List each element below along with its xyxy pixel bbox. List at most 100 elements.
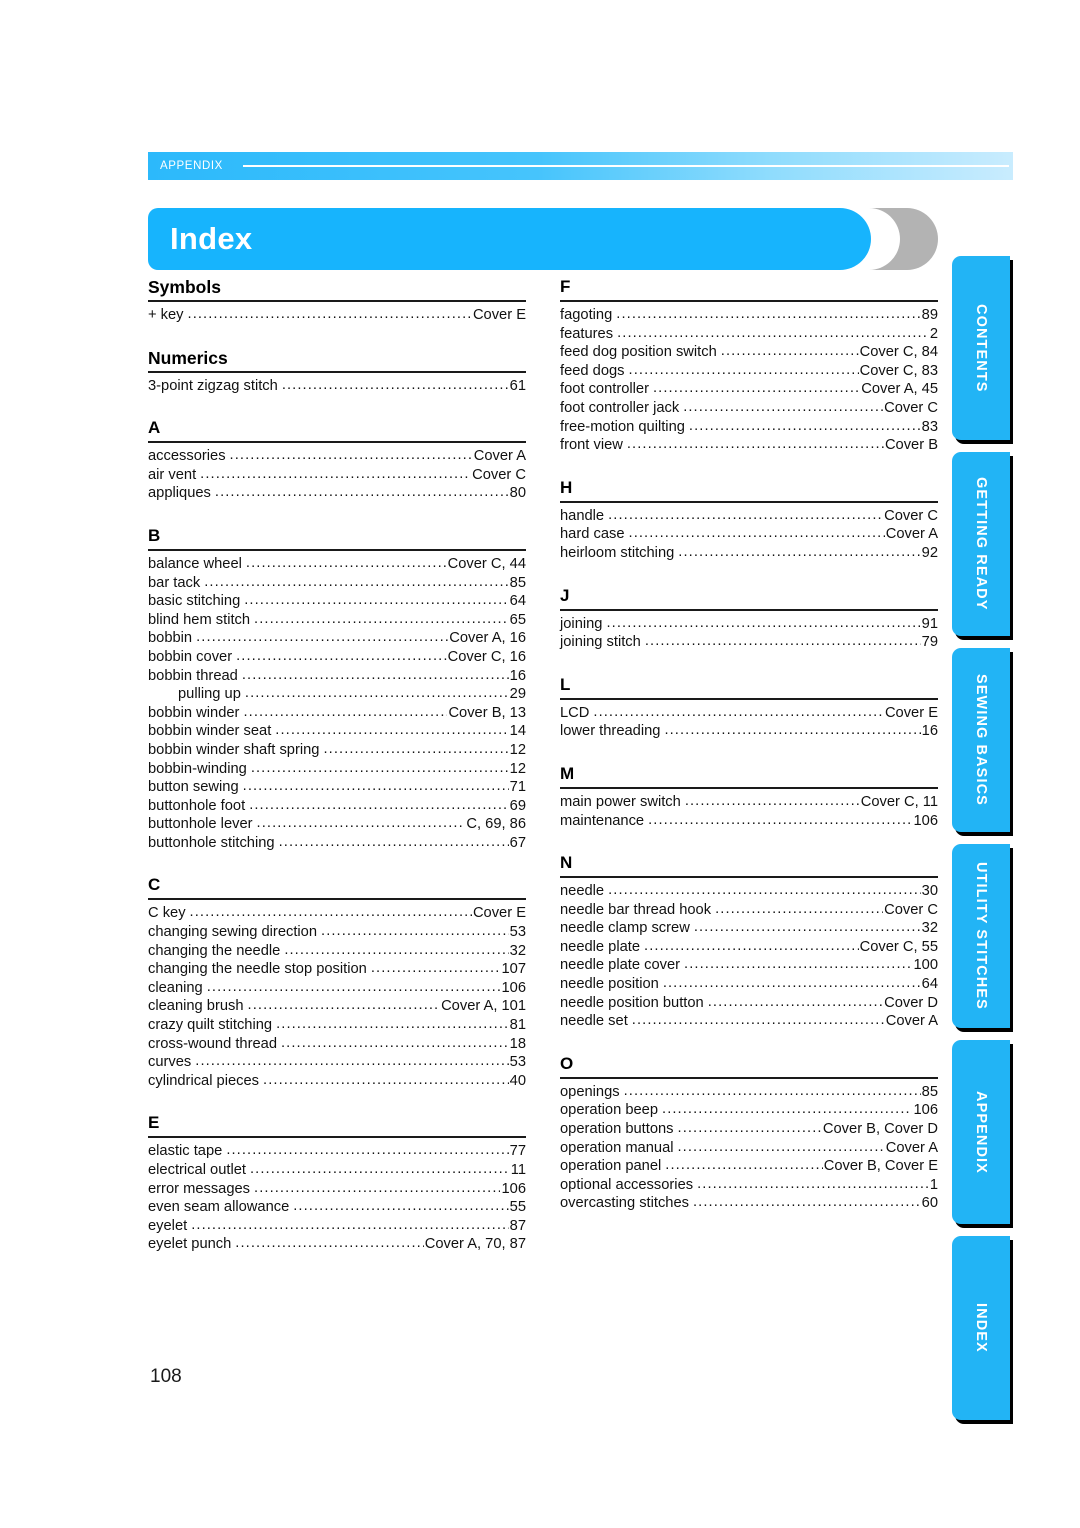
index-entry[interactable]: bobbin..................................… <box>148 629 526 648</box>
index-entry[interactable]: needle set..............................… <box>560 1012 938 1031</box>
index-entry[interactable]: overcasting stitches....................… <box>560 1194 938 1213</box>
index-entry[interactable]: eyelet..................................… <box>148 1217 526 1236</box>
index-entry-page: 64 <box>509 593 526 610</box>
index-entry[interactable]: needle position.........................… <box>560 975 938 994</box>
index-entry[interactable]: even seam allowance.....................… <box>148 1198 526 1217</box>
index-entry[interactable]: bobbin winder seat......................… <box>148 722 526 741</box>
index-entry[interactable]: lower threading.........................… <box>560 722 938 741</box>
index-entry[interactable]: eyelet punch............................… <box>148 1235 526 1254</box>
index-entry[interactable]: C key...................................… <box>148 904 526 923</box>
section-tab-index[interactable]: INDEX <box>952 1236 1010 1420</box>
index-entry-term: handle <box>560 507 605 524</box>
index-entry[interactable]: buttonhole foot.........................… <box>148 797 526 816</box>
index-entry[interactable]: curves..................................… <box>148 1053 526 1072</box>
section-tab-appendix[interactable]: APPENDIX <box>952 1040 1010 1224</box>
page-title-banner: Index <box>148 208 938 270</box>
index-entry[interactable]: cylindrical pieces......................… <box>148 1072 526 1091</box>
index-entry-leader-dots: ........................................… <box>608 506 883 523</box>
index-entry-page: 12 <box>509 760 526 777</box>
index-entry[interactable]: hard case...............................… <box>560 525 938 544</box>
index-entry[interactable]: 3-point zigzag stitch...................… <box>148 377 526 396</box>
index-entry-leader-dots: ........................................… <box>662 975 921 992</box>
index-entry[interactable]: operation manual........................… <box>560 1139 938 1158</box>
index-entry[interactable]: + key...................................… <box>148 306 526 325</box>
index-entry[interactable]: needle clamp screw......................… <box>560 919 938 938</box>
index-entry[interactable]: handle..................................… <box>560 507 938 526</box>
section-tab-sewing-basics[interactable]: SEWING BASICS <box>952 648 1010 832</box>
index-entry[interactable]: bobbin thread...........................… <box>148 667 526 686</box>
index-entry[interactable]: optional accessories....................… <box>560 1176 938 1195</box>
section-divider <box>560 300 938 302</box>
index-entry-page: Cover C, 84 <box>859 344 938 361</box>
index-entry[interactable]: bobbin winder shaft spring..............… <box>148 741 526 760</box>
index-entry-term: bobbin winder seat <box>148 723 272 740</box>
index-entry[interactable]: crazy quilt stitching...................… <box>148 1016 526 1035</box>
index-entry[interactable]: bobbin cover............................… <box>148 648 526 667</box>
index-entry-term: LCD <box>560 704 590 721</box>
index-entry[interactable]: needle bar thread hook..................… <box>560 901 938 920</box>
index-entry[interactable]: main power switch.......................… <box>560 793 938 812</box>
index-section: Ffagoting...............................… <box>560 276 938 455</box>
index-entry-leader-dots: ........................................… <box>715 900 883 917</box>
index-entry[interactable]: button sewing...........................… <box>148 778 526 797</box>
index-entry[interactable]: joining stitch..........................… <box>560 633 938 652</box>
index-entry[interactable]: fagoting................................… <box>560 306 938 325</box>
index-entry[interactable]: balance wheel...........................… <box>148 555 526 574</box>
index-entry[interactable]: changing the needle.....................… <box>148 942 526 961</box>
index-entry[interactable]: feed dogs...............................… <box>560 362 938 381</box>
section-tab-utility-stitches[interactable]: UTILITY STITCHES <box>952 844 1010 1028</box>
index-entry[interactable]: pulling up..............................… <box>148 685 526 704</box>
index-entry-term: operation buttons <box>560 1121 674 1138</box>
index-entry[interactable]: operation panel.........................… <box>560 1157 938 1176</box>
index-entry[interactable]: joining.................................… <box>560 615 938 634</box>
index-entry-leader-dots: ........................................… <box>648 811 913 828</box>
index-entry[interactable]: bobbin winder...........................… <box>148 704 526 723</box>
index-entry-leader-dots: ........................................… <box>593 703 884 720</box>
section-tab-getting-ready[interactable]: GETTING READY <box>952 452 1010 636</box>
index-entry[interactable]: needle plate............................… <box>560 938 938 957</box>
index-entry-term: needle bar thread hook <box>560 901 712 918</box>
index-entry[interactable]: appliques...............................… <box>148 484 526 503</box>
index-entry[interactable]: needle..................................… <box>560 882 938 901</box>
index-entry[interactable]: elastic tape............................… <box>148 1142 526 1161</box>
index-entry[interactable]: electrical outlet.......................… <box>148 1161 526 1180</box>
index-section: Eelastic tape...........................… <box>148 1112 526 1254</box>
index-entry-leader-dots: ........................................… <box>243 703 447 720</box>
index-entry[interactable]: cleaning................................… <box>148 979 526 998</box>
index-entry[interactable]: bobbin-winding..........................… <box>148 760 526 779</box>
index-entry[interactable]: air vent................................… <box>148 466 526 485</box>
index-entry[interactable]: cross-wound thread......................… <box>148 1035 526 1054</box>
index-entry-page: Cover C <box>884 507 938 524</box>
index-entry[interactable]: free-motion quilting....................… <box>560 418 938 437</box>
index-entry[interactable]: heirloom stitching......................… <box>560 544 938 563</box>
index-entry[interactable]: cleaning brush..........................… <box>148 997 526 1016</box>
index-entry[interactable]: buttonhole stitching....................… <box>148 834 526 853</box>
index-entry[interactable]: openings................................… <box>560 1083 938 1102</box>
index-entry[interactable]: buttonhole lever........................… <box>148 815 526 834</box>
index-entry[interactable]: operation buttons.......................… <box>560 1120 938 1139</box>
index-entry[interactable]: foot controller.........................… <box>560 380 938 399</box>
index-entry[interactable]: needle plate cover......................… <box>560 956 938 975</box>
index-entry[interactable]: LCD.....................................… <box>560 704 938 723</box>
index-entry[interactable]: features................................… <box>560 325 938 344</box>
index-entry[interactable]: operation beep..........................… <box>560 1101 938 1120</box>
index-entry[interactable]: accessories.............................… <box>148 447 526 466</box>
index-entry[interactable]: changing the needle stop position.......… <box>148 960 526 979</box>
index-entry[interactable]: error messages..........................… <box>148 1180 526 1199</box>
index-entry[interactable]: feed dog position switch................… <box>560 343 938 362</box>
index-entry[interactable]: blind hem stitch........................… <box>148 611 526 630</box>
section-tab-contents[interactable]: CONTENTS <box>952 256 1010 440</box>
index-entry[interactable]: needle position button..................… <box>560 994 938 1013</box>
index-entry[interactable]: maintenance.............................… <box>560 812 938 831</box>
index-entry-leader-dots: ........................................… <box>664 722 920 739</box>
index-entry[interactable]: foot controller jack....................… <box>560 399 938 418</box>
index-entry-page: 79 <box>921 634 938 651</box>
index-entry[interactable]: basic stitching.........................… <box>148 592 526 611</box>
section-divider <box>560 1076 938 1079</box>
index-entry[interactable]: changing sewing direction...............… <box>148 923 526 942</box>
section-tab-label: CONTENTS <box>973 303 989 393</box>
index-entry[interactable]: bar tack................................… <box>148 574 526 593</box>
index-entry[interactable]: front view..............................… <box>560 436 938 455</box>
